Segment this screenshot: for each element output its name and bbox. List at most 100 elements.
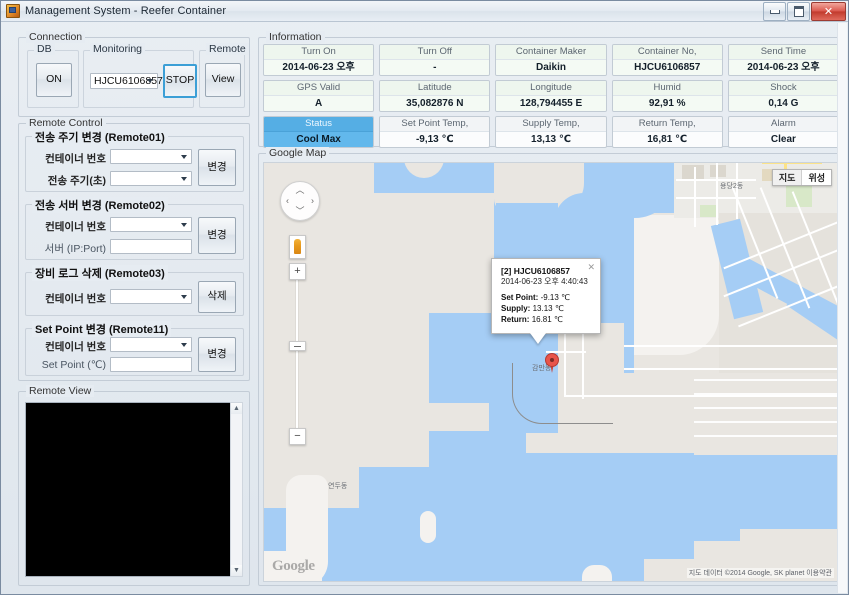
map-info-window: ✕ [2] HJCU6106857 2014-06-23 오후 4:40:43 … (491, 258, 601, 335)
info-header: Humid (612, 81, 722, 96)
map-label-0: 용당2동 (720, 183, 744, 190)
info-value: -9,13 ℃ (380, 132, 490, 147)
remote-view-display[interactable] (25, 402, 235, 577)
info-window-supply-label: Supply: (501, 303, 531, 313)
remote11-section: Set Point 변경 (Remote11) 컨테이너 번호 Set Poin… (25, 321, 244, 376)
info-header: Return Temp, (612, 117, 722, 132)
info-header: Container Maker (496, 45, 606, 60)
scroll-up-icon[interactable]: ▲ (231, 403, 242, 414)
remote03-delete-button[interactable]: 삭제 (198, 281, 236, 313)
info-header: Longitude (496, 81, 606, 96)
map-pan-control[interactable]: ︿ ﹀ ‹ › (280, 181, 320, 221)
info-header: Turn On (264, 45, 374, 60)
map-coastline (512, 363, 613, 424)
map-marker-icon[interactable] (545, 353, 559, 373)
info-header: Set Point Temp, (380, 117, 490, 132)
db-on-button[interactable]: ON (36, 63, 72, 97)
chevron-down-icon (181, 222, 187, 227)
info-value: 16,81 ℃ (612, 132, 722, 147)
remote03-section: 장비 로그 삭제 (Remote03) 컨테이너 번호 삭제 (25, 265, 244, 316)
map-type-satellite-button[interactable]: 위성 (802, 170, 831, 185)
remote-view-scrollbar[interactable]: ▲ ▼ (230, 402, 243, 577)
info-window-supply: Supply: 13.13 ℃ (501, 304, 592, 315)
minimize-button[interactable] (763, 2, 786, 21)
info-cell-supply-temp: Supply Temp, 13,13 ℃ (495, 116, 607, 148)
info-cell-gps-valid: GPS Valid A (263, 80, 375, 112)
zoom-in-button[interactable]: + (289, 263, 306, 280)
info-value: HJCU6106857 (612, 60, 722, 75)
remote01-interval-combo[interactable] (110, 171, 192, 186)
pan-up-icon[interactable]: ︿ (295, 186, 304, 195)
google-logo: Google (272, 558, 315, 574)
info-header: Alarm (728, 117, 839, 132)
map-group: Google Map 용당2동 감만동 연두동 ︿ ﹀ ‹ › + − 지도 위… (258, 147, 842, 586)
remote01-apply-button[interactable]: 변경 (198, 149, 236, 186)
map-label-2: 연두동 (328, 483, 348, 490)
remote11-title: Set Point 변경 (Remote11) (32, 321, 172, 337)
zoom-slider-track[interactable] (295, 267, 298, 435)
info-cell-set-point-temp: Set Point Temp, -9,13 ℃ (379, 116, 491, 148)
zoom-out-button[interactable]: − (289, 428, 306, 445)
chevron-down-icon (181, 342, 187, 347)
info-value: Clear (728, 132, 839, 147)
remote02-field1-label: 서버 (IP:Port) (44, 243, 106, 255)
info-window-time: 2014-06-23 오후 4:40:43 (501, 276, 588, 286)
remote11-setpoint-input[interactable] (110, 357, 192, 372)
info-window-close-icon[interactable]: ✕ (587, 263, 595, 272)
pegman-icon[interactable] (289, 235, 306, 259)
chevron-down-icon (181, 294, 187, 299)
info-value: 35,082876 N (380, 96, 490, 111)
maximize-button[interactable] (787, 2, 810, 21)
close-button[interactable]: ✕ (811, 2, 846, 21)
scroll-down-icon[interactable]: ▼ (231, 565, 242, 576)
db-label: DB (34, 43, 55, 55)
map-type-switcher[interactable]: 지도 위성 (771, 169, 832, 186)
chevron-down-icon (181, 176, 187, 181)
info-cell-send-time: Send Time 2014-06-23 오후 4:40:43 (727, 44, 840, 76)
google-map[interactable]: 용당2동 감만동 연두동 ︿ ﹀ ‹ › + − 지도 위성 ✕ [2] HJC… (263, 162, 839, 582)
pan-left-icon[interactable]: ‹ (286, 196, 289, 206)
info-cell-container-maker: Container Maker Daikin (495, 44, 607, 76)
chevron-down-icon (147, 79, 153, 83)
remote02-container-combo[interactable] (110, 217, 192, 232)
marker-head (545, 353, 559, 367)
remote03-container-combo[interactable] (110, 289, 192, 304)
close-icon: ✕ (823, 6, 834, 18)
info-window-return-value: 16.81 ℃ (531, 314, 563, 324)
remote02-title: 전송 서버 변경 (Remote02) (32, 197, 168, 213)
remote-view-group-label: Remote View (26, 385, 95, 397)
info-value: - (380, 60, 490, 75)
monitoring-stop-button[interactable]: STOP (163, 64, 197, 98)
info-value: 2014-06-23 오후 4:40:28 (264, 60, 374, 75)
monitoring-container-combo[interactable]: HJCU6106857 (90, 73, 163, 89)
remote01-container-combo[interactable] (110, 149, 192, 164)
remote11-apply-button[interactable]: 변경 (198, 337, 236, 372)
remote11-container-combo[interactable] (110, 337, 192, 352)
remote03-title: 장비 로그 삭제 (Remote03) (32, 265, 168, 281)
info-cell-container-no: Container No, HJCU6106857 (611, 44, 723, 76)
info-value: 13,13 ℃ (496, 132, 606, 147)
info-value: 2014-06-23 오후 4:40:43 (728, 60, 839, 75)
map-island (582, 565, 612, 581)
info-value: 128,794455 E (496, 96, 606, 111)
information-row: Turn On 2014-06-23 오후 4:40:28 Turn Off -… (263, 44, 840, 76)
remote-view-button[interactable]: View (205, 63, 241, 97)
info-header: Latitude (380, 81, 490, 96)
remote11-field0-label: 컨테이너 번호 (45, 341, 106, 353)
info-cell-return-temp: Return Temp, 16,81 ℃ (611, 116, 723, 148)
remote-subgroup: Remote View (199, 43, 249, 108)
map-island (420, 511, 436, 543)
info-window-title: [2] HJCU6106857 (501, 266, 570, 276)
info-cell-turn-off: Turn Off - (379, 44, 491, 76)
remote02-field0-label: 컨테이너 번호 (45, 221, 106, 233)
remote02-server-input[interactable] (110, 239, 192, 254)
remote02-apply-button[interactable]: 변경 (198, 217, 236, 254)
zoom-slider-handle[interactable] (289, 341, 306, 351)
window-scrollbar[interactable] (837, 23, 847, 593)
map-type-map-button[interactable]: 지도 (772, 170, 803, 185)
information-group: Information Turn On 2014-06-23 오후 4:40:2… (258, 31, 842, 148)
pan-down-icon[interactable]: ﹀ (295, 207, 304, 216)
monitoring-label: Monitoring (90, 43, 146, 55)
pan-right-icon[interactable]: › (311, 196, 314, 206)
connection-group: Connection DB ON Monitoring HJCU6106857 … (18, 31, 250, 117)
